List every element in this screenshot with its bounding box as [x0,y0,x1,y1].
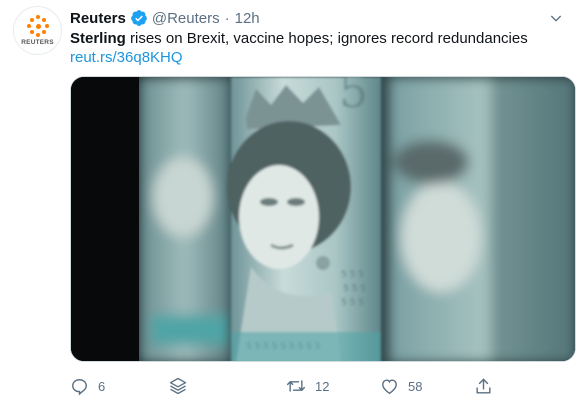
tweet-text: Sterling rises on Brexit, vaccine hopes;… [70,29,560,49]
retweet-count: 12 [315,378,330,394]
reply-button[interactable]: 6 [70,374,105,398]
svg-text:5: 5 [339,77,368,118]
retweet-icon [286,380,306,392]
like-button[interactable]: 58 [380,374,422,398]
tweet-actions: 6 12 58 [70,374,500,398]
share-button[interactable] [474,374,493,398]
author-name[interactable]: Reuters [70,10,126,27]
reuters-logo-icon [26,15,49,37]
separator-dot: · [224,9,230,27]
svg-text:5 5 5: 5 5 5 [341,270,364,280]
svg-text:5 5 5: 5 5 5 [343,284,366,294]
tweet-header: Reuters @Reuters · 12h [70,8,546,28]
stack-layers-icon [169,377,187,395]
tweet-timestamp[interactable]: 12h [235,10,260,27]
heart-icon [382,378,397,394]
tweet-link[interactable]: reut.rs/36q8KHQ [70,48,183,68]
tweet-text-rest: rises on Brexit, vaccine hopes; ignores … [125,30,528,47]
stacks-button[interactable] [168,374,188,398]
avatar-logo-text: REUTERS [21,39,54,46]
tweet-media-photo[interactable]: 5 5 5 5 5 5 5 5 5 5 5 5 5 5 5 5 5 5 5 [70,76,576,362]
tweet-text-bold: Sterling [70,30,126,47]
reply-count: 6 [98,378,106,394]
author-handle[interactable]: @Reuters [152,10,220,27]
like-count: 58 [408,378,423,394]
avatar[interactable]: REUTERS [13,6,62,55]
reply-icon [72,378,87,395]
share-icon [476,378,491,394]
banknote-photo-image: 5 5 5 5 5 5 5 5 5 5 5 5 5 5 5 5 5 5 5 [71,77,575,361]
svg-text:5 5 5: 5 5 5 [341,298,364,308]
more-options-chevron-down-icon[interactable] [548,10,564,31]
retweet-button[interactable]: 12 [286,374,329,398]
verified-badge-icon [130,9,148,27]
